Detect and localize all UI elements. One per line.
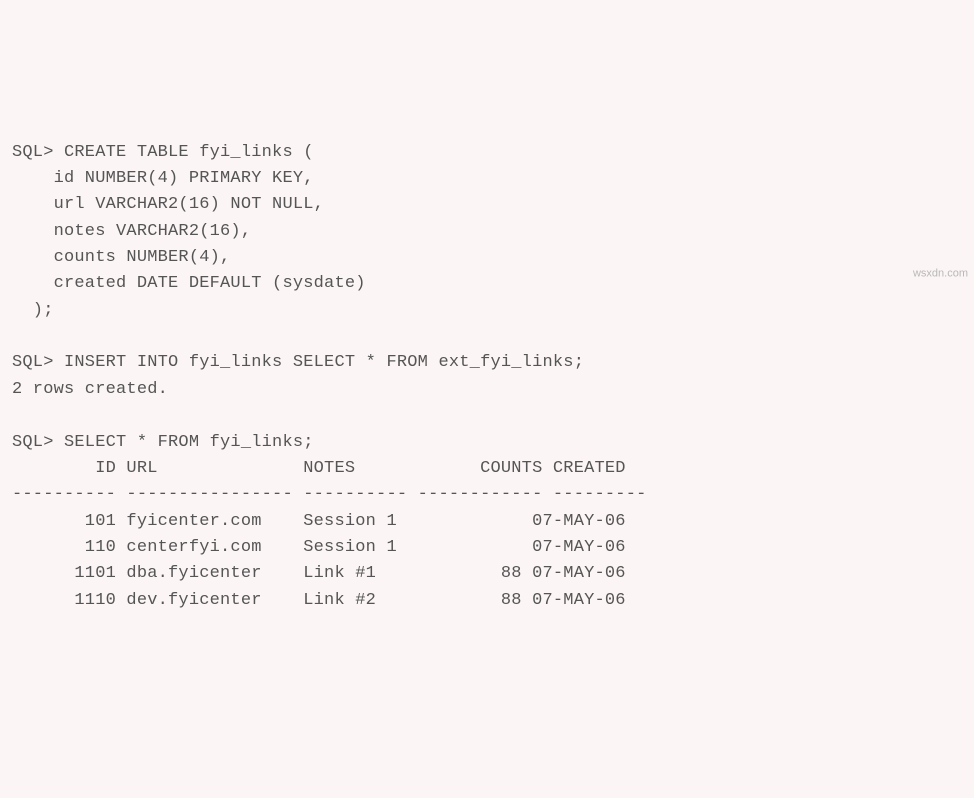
insert-statement: SQL> INSERT INTO fyi_links SELECT * FROM… (12, 353, 584, 372)
create-table-line5: counts NUMBER(4), (12, 248, 230, 267)
result-header: ID URL NOTES COUNTS CREATED (12, 459, 626, 478)
create-table-line2: id NUMBER(4) PRIMARY KEY, (12, 169, 314, 188)
result-row-2: 110 centerfyi.com Session 1 07-MAY-06 (12, 538, 626, 557)
watermark-text: wsxdn.com (913, 265, 968, 282)
result-row-4: 1110 dev.fyicenter Link #2 88 07-MAY-06 (12, 591, 626, 610)
result-row-3: 1101 dba.fyicenter Link #1 88 07-MAY-06 (12, 564, 626, 583)
create-table-line6: created DATE DEFAULT (sysdate) (12, 274, 366, 293)
create-table-line4: notes VARCHAR2(16), (12, 222, 251, 241)
create-table-line7: ); (12, 301, 54, 320)
create-table-line3: url VARCHAR2(16) NOT NULL, (12, 195, 324, 214)
create-table-line1: SQL> CREATE TABLE fyi_links ( (12, 143, 314, 162)
result-row-1: 101 fyicenter.com Session 1 07-MAY-06 (12, 512, 626, 531)
insert-result: 2 rows created. (12, 380, 168, 399)
select-statement: SQL> SELECT * FROM fyi_links; (12, 433, 314, 452)
sql-terminal-output: SQL> CREATE TABLE fyi_links ( id NUMBER(… (12, 113, 962, 614)
result-separator: ---------- ---------------- ---------- -… (12, 485, 647, 504)
